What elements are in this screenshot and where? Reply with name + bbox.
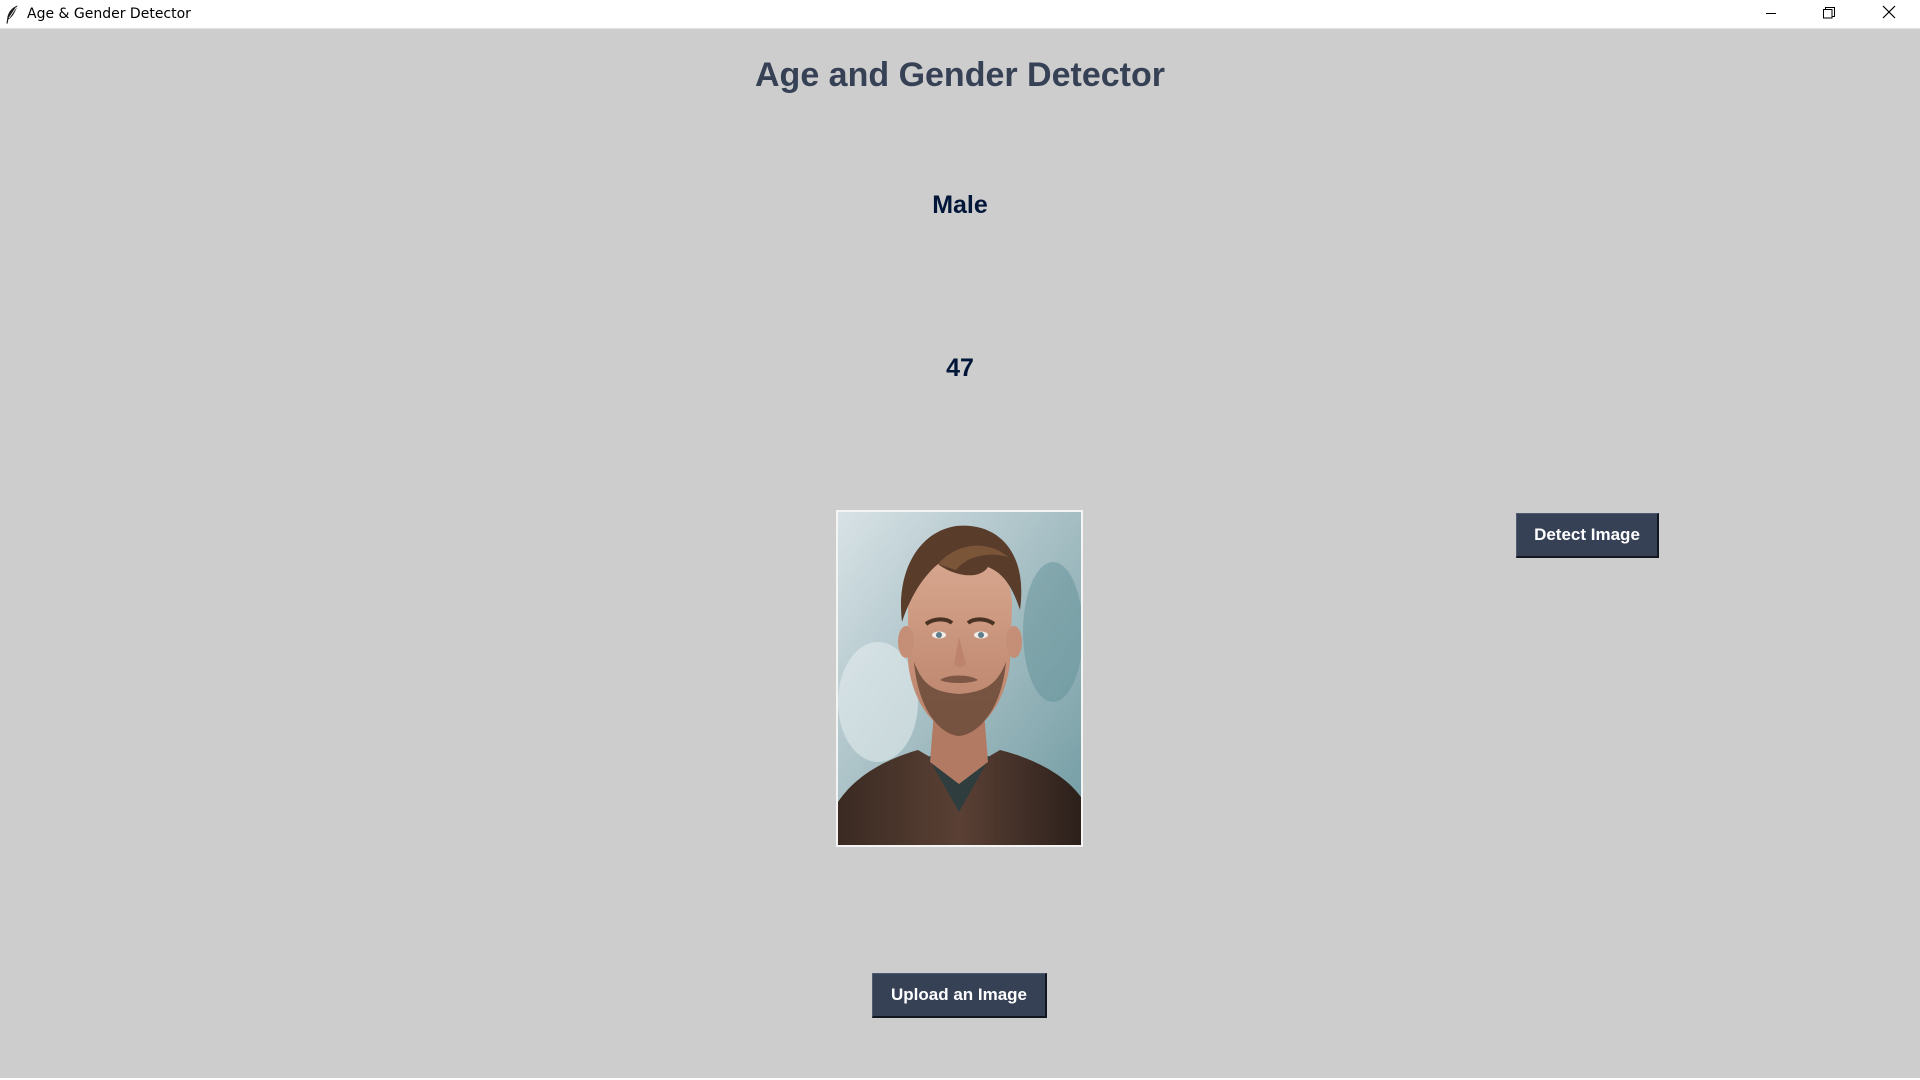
minimize-icon	[1765, 6, 1777, 24]
uploaded-image	[836, 510, 1083, 847]
upload-image-button[interactable]: Upload an Image	[872, 973, 1047, 1018]
page-title: Age and Gender Detector	[755, 56, 1165, 94]
close-button[interactable]	[1858, 0, 1920, 29]
close-icon	[1882, 5, 1896, 24]
age-result-label: 47	[946, 354, 974, 382]
title-bar[interactable]: Age & Gender Detector	[0, 0, 1920, 29]
maximize-button[interactable]	[1800, 0, 1858, 29]
minimize-button[interactable]	[1742, 0, 1800, 29]
window-title: Age & Gender Detector	[27, 6, 191, 22]
app-window: Age & Gender Detector Age and Gender Det…	[0, 0, 1920, 1080]
restore-icon	[1823, 6, 1835, 24]
detect-image-button[interactable]: Detect Image	[1516, 513, 1659, 558]
gender-result-label: Male	[932, 191, 988, 219]
feather-icon	[5, 5, 19, 24]
